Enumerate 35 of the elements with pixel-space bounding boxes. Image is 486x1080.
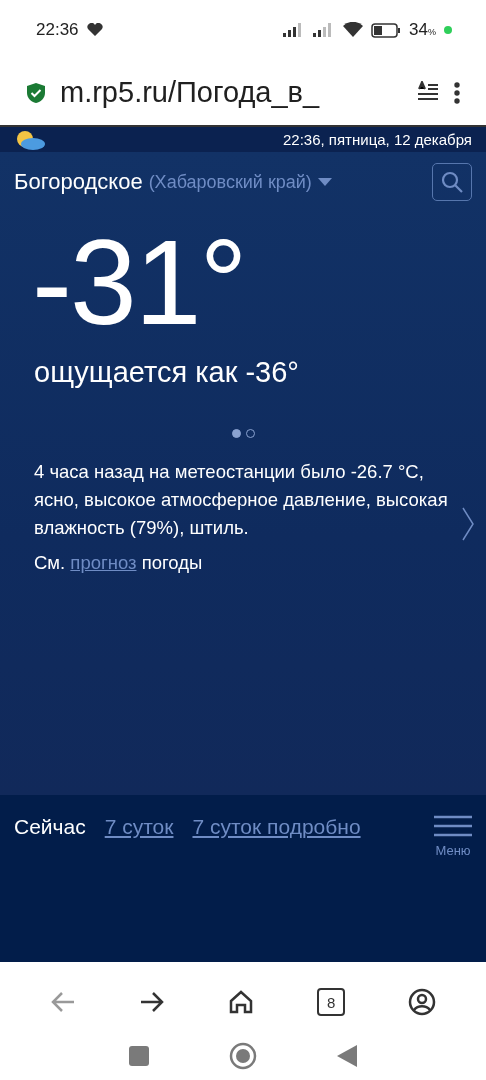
- back-arrow-icon: [49, 991, 76, 1013]
- home-icon: [227, 989, 254, 1015]
- home-circle-icon[interactable]: [229, 1042, 257, 1070]
- observation-text: 4 часа назад на метеостанции было -26.7 °C, ясно, высокое атмосферное давление, высокая влажность (79%), штиль.: [34, 460, 448, 540]
- forecast-note: См. прогноз погоды: [34, 552, 204, 574]
- menu-icon: [434, 815, 472, 837]
- forward-arrow-icon: [138, 991, 165, 1013]
- site-datetime: 22:36, пятница, 12 декабря: [283, 131, 472, 148]
- feels-like-text: ощущается как -36°: [34, 356, 300, 389]
- back-triangle-icon[interactable]: [337, 1045, 357, 1067]
- temperature: -31°: [32, 222, 247, 342]
- carousel-dot[interactable]: [231, 429, 241, 438]
- clock: 22:36: [36, 20, 79, 40]
- battery-icon: [371, 22, 402, 38]
- city-name: Богородское: [14, 169, 143, 195]
- sun-cloud-logo-icon: [14, 129, 46, 150]
- region-link[interactable]: (Хабаровский край): [148, 171, 312, 193]
- status-dot-icon: [444, 26, 452, 34]
- url-field[interactable]: m.rp5.ru/Погода_в_: [60, 76, 402, 109]
- menu-button[interactable]: Меню: [434, 815, 472, 858]
- percent-sign: %: [428, 27, 436, 37]
- more-options-icon[interactable]: [454, 81, 460, 104]
- dropdown-caret-icon[interactable]: [317, 178, 332, 186]
- profile-icon: [408, 988, 437, 1016]
- search-button[interactable]: [432, 163, 472, 201]
- nav-tab[interactable]: 7 суток подробно: [192, 815, 361, 839]
- battery-percent: 34: [409, 20, 428, 40]
- forecast-link[interactable]: прогноз: [70, 552, 137, 573]
- shield-check-icon: [26, 81, 46, 104]
- wifi-icon: [343, 22, 364, 38]
- nav-tab[interactable]: 7 суток: [104, 815, 174, 839]
- search-icon: [441, 171, 463, 193]
- nav-tab[interactable]: Сейчас: [14, 815, 86, 839]
- chevron-right-icon[interactable]: [462, 507, 474, 541]
- heart-icon: [86, 23, 103, 37]
